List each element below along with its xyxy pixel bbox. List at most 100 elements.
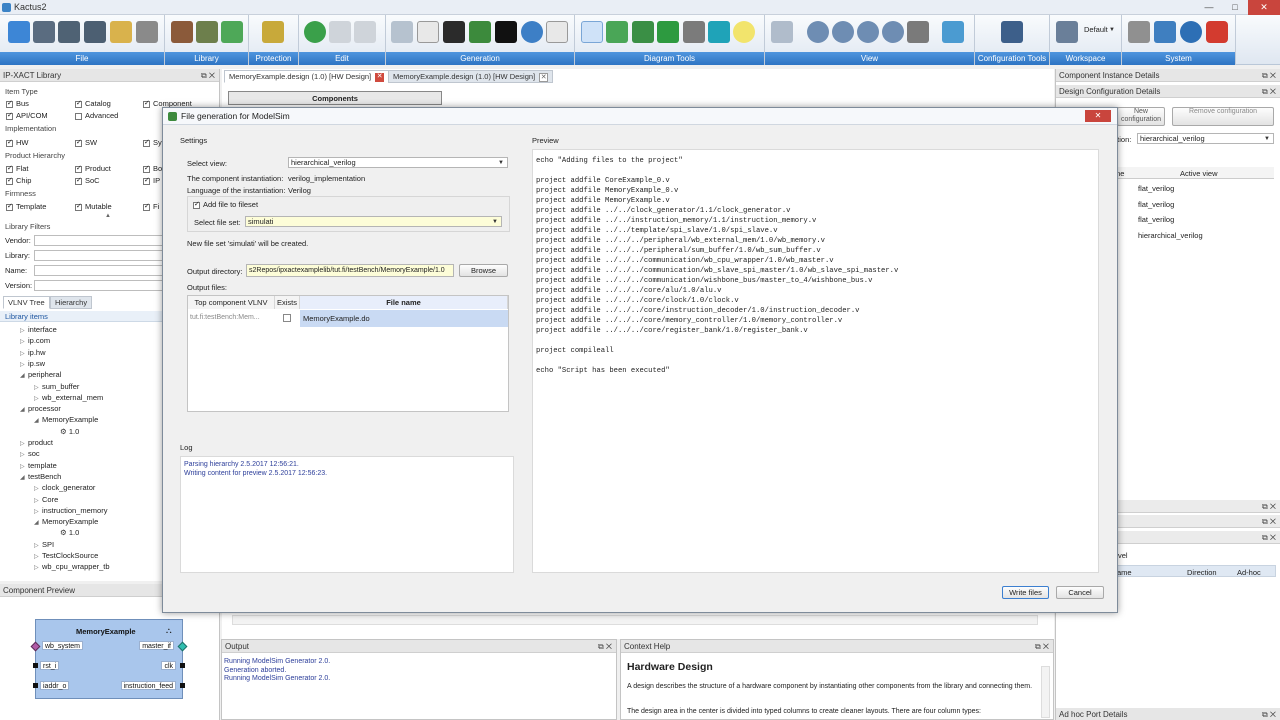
fit-in-view-icon[interactable] bbox=[882, 21, 904, 43]
tree-item[interactable]: ▷ SPI bbox=[34, 540, 54, 549]
checkbox[interactable] bbox=[193, 200, 200, 209]
redo-icon[interactable] bbox=[354, 21, 376, 43]
active-view-cell[interactable]: hierarchical_verilog bbox=[1138, 231, 1203, 240]
active-view-cell[interactable]: flat_verilog bbox=[1138, 200, 1174, 209]
interface-tool-icon[interactable] bbox=[657, 21, 679, 43]
collapsed-arrow-icon[interactable]: ▷ bbox=[20, 440, 28, 447]
expanded-arrow-icon[interactable]: ◢ bbox=[20, 474, 28, 481]
checkbox[interactable] bbox=[143, 138, 150, 147]
panel-controls-icon[interactable]: ⧉ ✕ bbox=[1262, 531, 1276, 544]
output-dir-input[interactable]: s2Repos/ipxactexamplelib/tut.fi/testBenc… bbox=[246, 264, 454, 277]
globe-icon[interactable] bbox=[521, 21, 543, 43]
collapsed-arrow-icon[interactable]: ▷ bbox=[20, 350, 28, 357]
close-tab-icon[interactable]: ✕ bbox=[539, 72, 549, 82]
new-icon[interactable] bbox=[8, 21, 30, 43]
file-name-cell[interactable]: MemoryExample.do bbox=[300, 310, 508, 327]
exit-icon[interactable] bbox=[1206, 21, 1228, 43]
filter-product[interactable]: Product bbox=[75, 164, 111, 173]
active-view-select[interactable]: hierarchical_verilog ▼ bbox=[1137, 133, 1274, 144]
undo-icon[interactable] bbox=[329, 21, 351, 43]
collapsed-arrow-icon[interactable]: ▷ bbox=[34, 553, 42, 560]
components-column-header[interactable]: Components bbox=[228, 91, 442, 105]
tree-item[interactable]: ▷ sum_buffer bbox=[34, 382, 79, 391]
tree-item[interactable]: ▷ Core bbox=[34, 495, 58, 504]
checkbox[interactable] bbox=[6, 138, 13, 147]
draft-tool-icon[interactable] bbox=[683, 21, 705, 43]
horizontal-scrollbar[interactable] bbox=[232, 615, 1038, 625]
select-tool-icon[interactable] bbox=[581, 21, 603, 43]
tree-item[interactable]: ⚙ 1.0 bbox=[60, 427, 79, 436]
collapse-arrow-icon[interactable]: ▲ bbox=[105, 213, 111, 219]
edit-icon[interactable] bbox=[110, 21, 132, 43]
print-icon[interactable] bbox=[136, 21, 158, 43]
filter-flat[interactable]: Flat bbox=[6, 164, 29, 173]
collapsed-arrow-icon[interactable]: ▷ bbox=[34, 384, 42, 391]
checkbox[interactable] bbox=[75, 202, 82, 211]
filter-catalog[interactable]: Catalog bbox=[75, 99, 111, 108]
document-icon[interactable] bbox=[391, 21, 413, 43]
makefile-icon[interactable] bbox=[495, 21, 517, 43]
collapsed-arrow-icon[interactable]: ▷ bbox=[20, 327, 28, 334]
check-library-icon[interactable] bbox=[221, 21, 243, 43]
filter-mutable[interactable]: Mutable bbox=[75, 202, 112, 211]
checkbox[interactable] bbox=[6, 111, 13, 120]
zoom-original-icon[interactable] bbox=[857, 21, 879, 43]
tree-item[interactable]: ◢ peripheral bbox=[20, 370, 61, 379]
toggle-offpage-icon[interactable] bbox=[708, 21, 730, 43]
tree-item[interactable]: ◢ testBench bbox=[20, 472, 61, 481]
panel-controls-icon[interactable]: ⧉ ✕ bbox=[1262, 69, 1276, 82]
checkbox[interactable] bbox=[75, 176, 82, 185]
configure-icon[interactable] bbox=[1001, 21, 1023, 43]
vertical-scrollbar[interactable] bbox=[1041, 666, 1050, 718]
workspace-icon[interactable] bbox=[1056, 21, 1078, 43]
collapsed-arrow-icon[interactable]: ▷ bbox=[34, 542, 42, 549]
tree-item[interactable]: ⚙ 1.0 bbox=[60, 528, 79, 537]
help-book-icon[interactable] bbox=[1154, 21, 1176, 43]
panel-controls-icon[interactable]: ⧉ ✕ bbox=[1035, 640, 1049, 653]
checkbox[interactable] bbox=[143, 176, 150, 185]
filter-template[interactable]: Template bbox=[6, 202, 46, 211]
browse-button[interactable]: Browse bbox=[459, 264, 508, 277]
filter-soc[interactable]: SoC bbox=[75, 176, 100, 185]
collapsed-arrow-icon[interactable]: ▷ bbox=[34, 497, 42, 504]
tree-item[interactable]: ▷ ip.com bbox=[20, 336, 50, 345]
close-tab-icon[interactable]: ✕ bbox=[375, 72, 385, 82]
tree-item[interactable]: ▷ interface bbox=[20, 325, 57, 334]
tree-item[interactable]: ▷ template bbox=[20, 461, 57, 470]
info-icon[interactable] bbox=[1180, 21, 1202, 43]
refresh-library-icon[interactable] bbox=[196, 21, 218, 43]
collapsed-arrow-icon[interactable]: ▷ bbox=[34, 508, 42, 515]
checkbox[interactable] bbox=[6, 202, 13, 211]
add-column-icon[interactable] bbox=[606, 21, 628, 43]
filter-board[interactable]: Bo bbox=[143, 164, 162, 173]
header-generator-icon[interactable] bbox=[443, 21, 465, 43]
panel-controls-icon[interactable]: ⧉ ✕ bbox=[598, 640, 612, 653]
remove-configuration-button[interactable]: Remove configuration bbox=[1172, 107, 1274, 126]
collapsed-arrow-icon[interactable]: ▷ bbox=[20, 451, 28, 458]
minimize-button[interactable]: — bbox=[1196, 0, 1222, 15]
filter-bus[interactable]: Bus bbox=[6, 99, 29, 108]
vlog-icon[interactable] bbox=[546, 21, 568, 43]
filter-apicom[interactable]: API/COM bbox=[6, 111, 48, 120]
expanded-arrow-icon[interactable]: ◢ bbox=[20, 406, 28, 413]
expanded-arrow-icon[interactable]: ◢ bbox=[20, 372, 28, 379]
library-icon[interactable] bbox=[171, 21, 193, 43]
fileset-combo[interactable]: simulati ▼ bbox=[245, 216, 502, 227]
collapsed-arrow-icon[interactable]: ▷ bbox=[20, 361, 28, 368]
filter-sw[interactable]: SW bbox=[75, 138, 97, 147]
checkbox[interactable] bbox=[75, 164, 82, 173]
tree-item[interactable]: ◢ MemoryExample bbox=[34, 415, 98, 424]
tree-item[interactable]: ▷ ip.hw bbox=[20, 348, 46, 357]
dialog-close-button[interactable]: ✕ bbox=[1085, 110, 1111, 122]
exists-checkbox[interactable] bbox=[283, 314, 291, 322]
active-view-cell[interactable]: flat_verilog bbox=[1138, 184, 1174, 193]
visibility-icon[interactable] bbox=[907, 21, 929, 43]
panel-controls-icon[interactable]: ⧉ ✕ bbox=[1262, 708, 1276, 720]
panel-controls-icon[interactable]: ⧉ ✕ bbox=[1262, 515, 1276, 528]
zoom-in-icon[interactable] bbox=[807, 21, 829, 43]
column-header[interactable]: File name bbox=[300, 296, 508, 309]
collapsed-arrow-icon[interactable]: ▷ bbox=[34, 485, 42, 492]
tab-design[interactable]: MemoryExample.design (1.0) [HW Design] ✕ bbox=[388, 70, 554, 83]
checkbox[interactable] bbox=[75, 138, 82, 147]
align-icon[interactable] bbox=[771, 21, 793, 43]
